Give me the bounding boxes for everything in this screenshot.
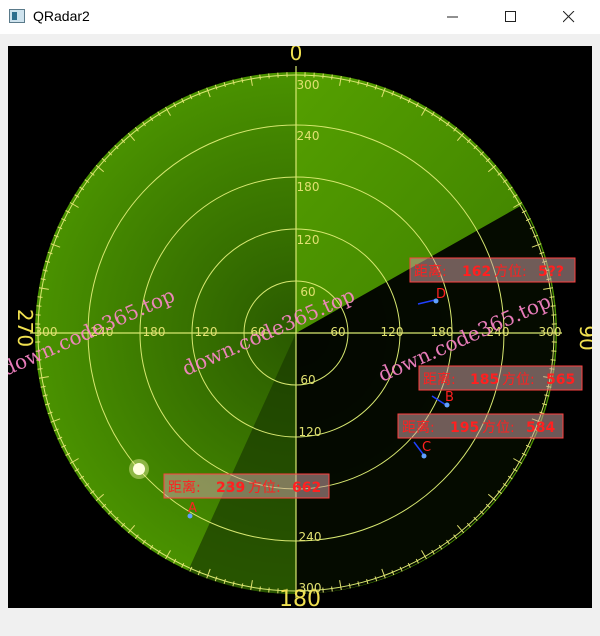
target-bearing: 662 bbox=[292, 480, 321, 496]
bearing-tick bbox=[268, 587, 270, 593]
target-id: C bbox=[422, 440, 431, 455]
range-label-up: 180 bbox=[297, 180, 320, 194]
close-button[interactable] bbox=[546, 0, 592, 34]
close-icon bbox=[563, 11, 575, 23]
target-bearing-label: 方位: bbox=[248, 480, 281, 496]
compass-north: 0 bbox=[290, 46, 303, 65]
app-window-icon bbox=[9, 9, 25, 23]
range-label-up: 240 bbox=[297, 129, 320, 143]
maximize-icon bbox=[505, 11, 516, 22]
target-bearing-label: 方位: bbox=[502, 372, 535, 388]
target-info-prefix: 距离: bbox=[168, 479, 201, 496]
range-label-up: 60 bbox=[300, 285, 315, 299]
target-distance: 185 bbox=[470, 372, 499, 388]
range-label-down: 60 bbox=[300, 373, 315, 387]
bearing-tick bbox=[268, 73, 270, 79]
target-dot bbox=[433, 298, 439, 304]
range-label-right: 60 bbox=[330, 325, 345, 339]
bearing-tick bbox=[37, 368, 43, 370]
compass-east: 90 bbox=[575, 325, 592, 350]
target-dot bbox=[444, 402, 450, 408]
target-bearing: 5?? bbox=[538, 264, 564, 280]
bearing-tick bbox=[259, 586, 261, 592]
window-title: QRadar2 bbox=[33, 8, 90, 24]
bearing-tick bbox=[331, 74, 333, 80]
bearing-tick bbox=[36, 305, 42, 307]
target-dot bbox=[421, 453, 427, 459]
bearing-tick bbox=[37, 296, 43, 298]
target-distance: 239 bbox=[216, 480, 245, 496]
target-distance: 162 bbox=[462, 264, 491, 280]
range-label-up: 300 bbox=[297, 78, 320, 92]
target-dot bbox=[187, 513, 193, 519]
bearing-tick bbox=[322, 73, 324, 79]
target-bearing-label: 方位: bbox=[494, 264, 527, 280]
range-label-right: 300 bbox=[539, 325, 562, 339]
target-info-prefix: 距离: bbox=[414, 263, 447, 280]
range-label-down: 300 bbox=[299, 581, 322, 595]
range-label-right: 120 bbox=[381, 325, 404, 339]
radar-display: 0 180 270 90 300 240 180 120 60 60 120 2… bbox=[8, 46, 592, 608]
minimize-button[interactable] bbox=[430, 0, 476, 34]
title-bar[interactable]: QRadar2 bbox=[0, 0, 600, 34]
bearing-tick bbox=[550, 359, 556, 361]
maximize-button[interactable] bbox=[488, 0, 534, 34]
range-label-left: 180 bbox=[143, 325, 166, 339]
bearing-tick bbox=[549, 296, 555, 298]
bearing-tick bbox=[322, 587, 324, 593]
target-distance: 195 bbox=[450, 420, 479, 436]
echo-blob-glow bbox=[129, 459, 149, 479]
range-label-down: 120 bbox=[299, 425, 322, 439]
range-label-down: 240 bbox=[299, 530, 322, 544]
compass-west: 270 bbox=[13, 309, 37, 347]
target-info-prefix: 距离: bbox=[402, 419, 435, 436]
bearing-tick bbox=[259, 74, 261, 80]
range-label-left: 120 bbox=[195, 325, 218, 339]
minimize-icon bbox=[447, 16, 458, 18]
radar-canvas-area: 0 180 270 90 300 240 180 120 60 60 120 2… bbox=[8, 46, 592, 608]
range-label-up: 120 bbox=[297, 233, 320, 247]
target-bearing: 565 bbox=[546, 372, 575, 388]
target-bearing-label: 方位: bbox=[482, 420, 515, 436]
bearing-tick bbox=[331, 586, 333, 592]
target-bearing: 584 bbox=[526, 420, 555, 436]
target-info-prefix: 距离: bbox=[423, 371, 456, 388]
